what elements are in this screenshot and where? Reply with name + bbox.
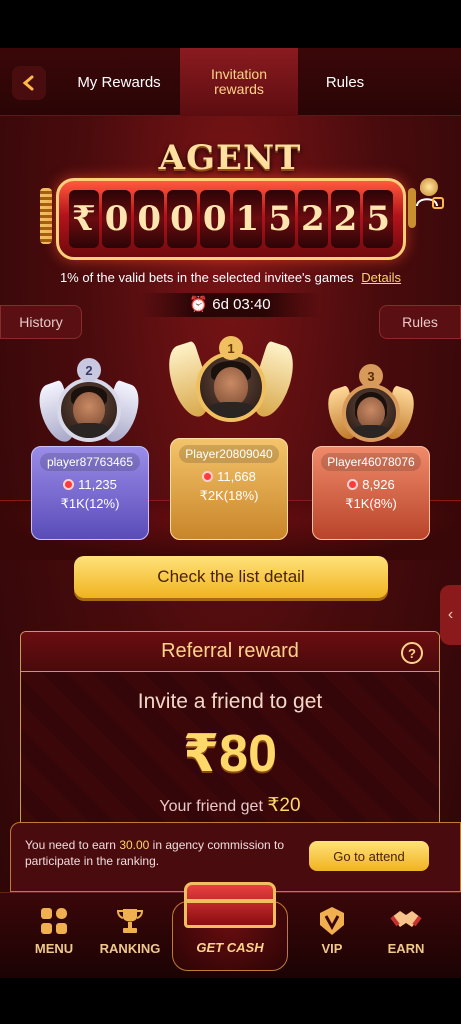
player-score: 8,926 xyxy=(362,477,395,492)
lever-decoration xyxy=(408,188,416,228)
nav-label-get-cash: GET CASH xyxy=(196,940,264,955)
jackpot-digit: 5 xyxy=(363,190,394,248)
jackpot-digit: 0 xyxy=(199,190,230,248)
handshake-icon xyxy=(390,911,422,927)
avatar-rank-1 xyxy=(196,352,266,422)
screen: My Rewards Invitation rewards Rules AGEN… xyxy=(0,48,461,978)
alarm-clock-icon: ⏰ xyxy=(189,296,209,313)
nav-earn[interactable]: EARN xyxy=(366,893,446,978)
chip-icon xyxy=(63,479,75,490)
jackpot-description: 1% of the valid bets in the selected inv… xyxy=(0,270,461,285)
chevron-left-icon: ‹ xyxy=(447,606,454,623)
podium-card-rank-2[interactable]: player87763465 11,235 ₹1K(12%) xyxy=(31,446,149,540)
player-score: 11,235 xyxy=(78,477,117,492)
jackpot-digit: 2 xyxy=(297,190,328,248)
details-link[interactable]: Details xyxy=(361,270,401,285)
lever-knob xyxy=(420,178,438,196)
nav-ranking[interactable]: RANKING xyxy=(90,893,170,978)
rank-badge-1: 1 xyxy=(219,336,243,360)
tab-rules[interactable]: Rules xyxy=(300,48,390,116)
friend-reward-label: Your friend get xyxy=(159,798,263,815)
grid-icon xyxy=(41,908,67,934)
tab-label: Rules xyxy=(325,73,365,91)
referral-header: Referral reward xyxy=(21,632,439,672)
player-name: Player46078076 xyxy=(321,453,421,471)
tab-invitation-rewards[interactable]: Invitation rewards xyxy=(180,48,298,116)
jackpot-digit: 0 xyxy=(134,190,165,248)
referral-amount: ₹80 xyxy=(182,725,278,783)
rank-badge-3: 3 xyxy=(359,364,383,388)
jackpot-currency: ₹ xyxy=(69,190,99,248)
help-icon[interactable]: ? xyxy=(401,642,423,664)
chip-icon xyxy=(347,479,359,490)
jackpot-description-text: 1% of the valid bets in the selected inv… xyxy=(59,270,354,285)
nav-menu[interactable]: MENU xyxy=(14,893,94,978)
tab-label-line1: Invitation xyxy=(210,66,268,82)
spring-decoration xyxy=(40,188,52,244)
check-list-detail-button[interactable]: Check the list detail xyxy=(74,556,388,598)
rules-side-button[interactable]: Rules xyxy=(379,305,461,339)
jackpot-counter: ₹ 0 0 0 0 1 5 2 2 5 xyxy=(56,178,406,260)
chip-icon xyxy=(202,471,214,482)
tab-my-rewards[interactable]: My Rewards xyxy=(60,48,178,116)
rank-badge-2: 2 xyxy=(77,358,101,382)
referral-title: Referral reward xyxy=(161,640,299,662)
nav-label: VIP xyxy=(321,941,343,956)
avatar-rank-3 xyxy=(342,384,400,442)
player-reward: ₹1K(12%) xyxy=(60,496,120,511)
invite-text: Invite a friend to get xyxy=(137,690,323,713)
vip-badge-icon xyxy=(320,907,344,935)
player-reward: ₹1K(8%) xyxy=(345,496,397,511)
nav-label: MENU xyxy=(34,941,74,956)
podium-card-rank-3[interactable]: Player46078076 8,926 ₹1K(8%) xyxy=(312,446,430,540)
side-drawer-tab[interactable]: ‹ xyxy=(440,585,461,645)
go-to-attend-button[interactable]: Go to attend xyxy=(309,841,429,871)
nav-label: RANKING xyxy=(99,941,161,956)
jackpot-digit: 0 xyxy=(101,190,132,248)
jackpot-digit: 0 xyxy=(167,190,197,248)
notice-text: You need to earn 30.00 in agency commiss… xyxy=(25,837,295,869)
history-label: History xyxy=(19,314,63,330)
jackpot-digit: 5 xyxy=(265,190,295,248)
tab-label: My Rewards xyxy=(77,73,161,91)
notice-text-before: You need to earn xyxy=(25,838,120,852)
jackpot-digit: 2 xyxy=(330,190,361,248)
go-to-attend-label: Go to attend xyxy=(333,848,405,864)
player-score: 11,668 xyxy=(217,469,256,484)
avatar-rank-2 xyxy=(57,378,121,442)
podium-card-rank-1[interactable]: Player20809040 11,668 ₹2K(18%) xyxy=(170,438,288,540)
countdown-timer: ⏰ 6d 03:40 xyxy=(140,293,320,317)
player-reward: ₹2K(18%) xyxy=(199,488,259,503)
check-list-detail-label: Check the list detail xyxy=(157,567,305,586)
friend-reward-amount: ₹20 xyxy=(267,795,301,816)
friend-reward-text: Your friend get ₹20 xyxy=(21,794,439,817)
notice-highlight: 30.00 xyxy=(119,838,150,852)
back-button[interactable] xyxy=(12,66,46,100)
jackpot-digit: 1 xyxy=(232,190,263,248)
history-button[interactable]: History xyxy=(0,305,82,339)
player-name: player87763465 xyxy=(40,453,140,471)
nav-label: EARN xyxy=(387,941,425,956)
referral-reward-panel: Referral reward ? Invite a friend to get… xyxy=(20,631,440,831)
rules-side-label: Rules xyxy=(402,314,438,330)
trophy-icon xyxy=(116,909,144,933)
timer-value: 6d 03:40 xyxy=(212,296,271,313)
chevron-left-icon xyxy=(22,75,34,91)
tab-label-line2: rewards xyxy=(214,81,264,97)
treasure-chest-icon[interactable] xyxy=(184,882,276,928)
top-bar: My Rewards Invitation rewards Rules xyxy=(0,48,461,116)
nav-vip[interactable]: VIP xyxy=(292,893,372,978)
player-name: Player20809040 xyxy=(179,445,279,463)
